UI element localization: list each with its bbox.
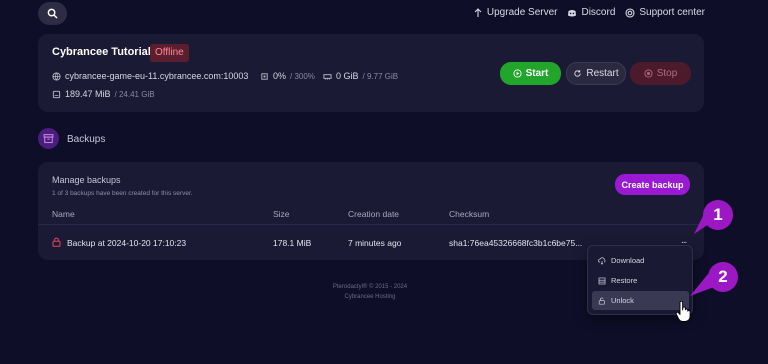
footer-copyright: Pterodactyl® © 2015 - 2024 xyxy=(332,284,408,290)
memory-limit: / 9.77 GiB xyxy=(362,71,399,81)
disk-icon xyxy=(52,90,61,98)
upgrade-server-link[interactable]: Upgrade Server xyxy=(473,7,558,18)
callout-badge-2: 2 xyxy=(708,262,738,292)
cpu-icon xyxy=(261,72,268,80)
unlock-icon xyxy=(598,297,605,305)
search-button[interactable] xyxy=(38,2,67,25)
memory-icon xyxy=(323,73,332,80)
start-button[interactable]: Start xyxy=(500,62,561,85)
arrow-up-icon xyxy=(474,7,482,17)
restore-icon xyxy=(598,277,606,284)
discord-link[interactable]: Discord xyxy=(567,7,615,18)
search-icon xyxy=(47,8,58,19)
menu-item-restore-label: Restore xyxy=(611,276,638,285)
callout-badge-1: 1 xyxy=(703,200,733,230)
discord-label: Discord xyxy=(581,7,616,18)
column-header-creation-date: Creation date xyxy=(348,209,400,219)
disk-value: 189.47 MiB xyxy=(65,89,111,99)
backup-size: 178.1 MiB xyxy=(273,238,312,248)
stop-button-label: Stop xyxy=(656,68,678,79)
memory-value: 0 GiB xyxy=(336,71,359,81)
upgrade-server-label: Upgrade Server xyxy=(486,7,558,18)
play-circle-icon xyxy=(513,69,522,78)
backup-created: 7 minutes ago xyxy=(348,238,402,248)
menu-item-unlock-label: Unlock xyxy=(611,296,634,305)
cpu-limit: / 300% xyxy=(290,71,315,81)
column-header-name: Name xyxy=(52,209,75,219)
archive-icon xyxy=(38,128,59,149)
menu-item-restore[interactable]: Restore xyxy=(592,271,689,290)
footer-host: Cybrancee Hosting xyxy=(344,294,396,300)
server-card: Cybrancee Tutorials Offline cybrancee-ga… xyxy=(38,34,704,112)
table-divider xyxy=(38,224,704,225)
memory-usage: 0 GiB / 9.77 GiB xyxy=(323,71,398,81)
support-center-label: Support center xyxy=(639,7,705,18)
server-name: Cybrancee Tutorials xyxy=(52,46,157,58)
footer: Pterodactyl® © 2015 - 2024 Cybrancee Hos… xyxy=(300,282,440,302)
backup-name: Backup at 2024-10-20 17:10:23 xyxy=(67,238,187,248)
cpu-usage: 0% / 300% xyxy=(260,71,315,81)
discord-icon xyxy=(568,9,577,16)
restart-button-label: Restart xyxy=(586,68,619,79)
server-address: cybrancee-game-eu-11.cybrancee.com:10003 xyxy=(52,71,248,81)
lock-icon xyxy=(52,237,61,247)
create-backup-button[interactable]: Create backup xyxy=(615,174,690,195)
stop-circle-icon xyxy=(644,69,653,78)
globe-icon xyxy=(52,71,61,81)
start-button-label: Start xyxy=(525,68,549,79)
manage-backups-title: Manage backups xyxy=(52,175,121,185)
lifebuoy-icon xyxy=(625,7,635,18)
column-header-checksum: Checksum xyxy=(449,209,490,219)
download-cloud-icon xyxy=(598,256,606,265)
backups-section-title: Backups xyxy=(67,134,106,145)
restart-button[interactable]: Restart xyxy=(566,62,626,85)
hand-cursor-icon xyxy=(675,301,691,322)
backup-checksum: sha1:76ea45326668fc3b1c6be75... xyxy=(449,238,583,248)
menu-item-download[interactable]: Download xyxy=(592,251,689,270)
cpu-value: 0% xyxy=(273,71,287,81)
stop-button[interactable]: Stop xyxy=(630,62,691,85)
manage-backups-subtitle: 1 of 3 backups have been created for thi… xyxy=(52,190,193,197)
server-address-text: cybrancee-game-eu-11.cybrancee.com:10003 xyxy=(65,71,249,81)
restart-icon xyxy=(574,70,582,77)
row-options-button[interactable]: ... xyxy=(681,235,695,246)
status-badge: Offline xyxy=(150,44,189,62)
menu-item-download-label: Download xyxy=(611,256,645,265)
support-center-link[interactable]: Support center xyxy=(625,7,705,18)
disk-limit: / 24.41 GiB xyxy=(114,89,155,99)
disk-usage: 189.47 MiB / 24.41 GiB xyxy=(52,89,155,99)
top-navigation: Upgrade Server Discord Support center xyxy=(473,7,705,18)
column-header-size: Size xyxy=(273,209,290,219)
